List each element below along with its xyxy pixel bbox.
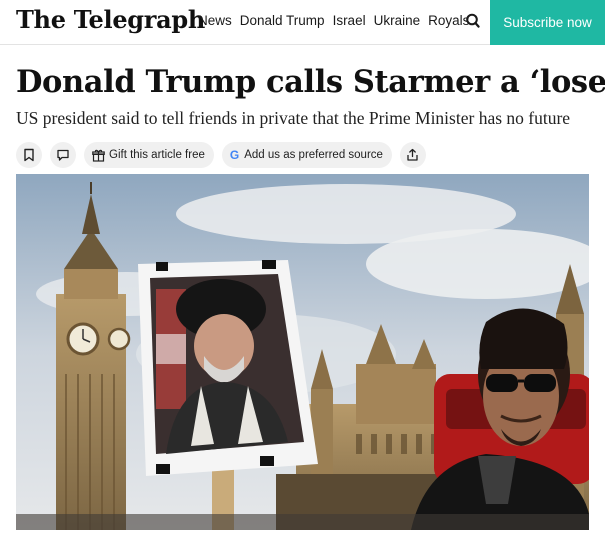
article-actions: Gift this article free G Add us as prefe…	[16, 142, 426, 168]
nav-item-ukraine[interactable]: Ukraine	[374, 13, 421, 28]
nav-item-news[interactable]: News	[198, 13, 232, 28]
gift-icon	[92, 149, 105, 162]
comments-button[interactable]	[50, 142, 76, 168]
preferred-source-label: Add us as preferred source	[244, 149, 383, 161]
nav-item-royals[interactable]: Royals	[428, 13, 469, 28]
nav-item-donald-trump[interactable]: Donald Trump	[240, 13, 325, 28]
article-standfirst: US president said to tell friends in pri…	[16, 108, 571, 128]
bookmark-icon	[24, 148, 34, 162]
bookmark-button[interactable]	[16, 142, 42, 168]
site-logo[interactable]: The Telegraph	[16, 5, 205, 34]
comment-icon	[57, 149, 69, 161]
share-icon	[407, 148, 419, 161]
main-nav: News Donald Trump Israel Ukraine Royals	[198, 13, 469, 28]
subscribe-button[interactable]: Subscribe now	[490, 0, 605, 45]
share-button[interactable]	[399, 142, 426, 168]
search-icon[interactable]	[465, 12, 481, 30]
article-headline: Donald Trump calls Starmer a ‘loser’	[16, 64, 605, 100]
gift-article-button[interactable]: Gift this article free	[84, 142, 214, 168]
preferred-source-button[interactable]: G Add us as preferred source	[221, 142, 392, 168]
nav-item-israel[interactable]: Israel	[333, 13, 366, 28]
gift-article-label: Gift this article free	[109, 149, 205, 161]
google-icon: G	[229, 148, 240, 162]
article-hero-image	[16, 174, 589, 530]
site-header: The Telegraph News Donald Trump Israel U…	[0, 0, 605, 45]
